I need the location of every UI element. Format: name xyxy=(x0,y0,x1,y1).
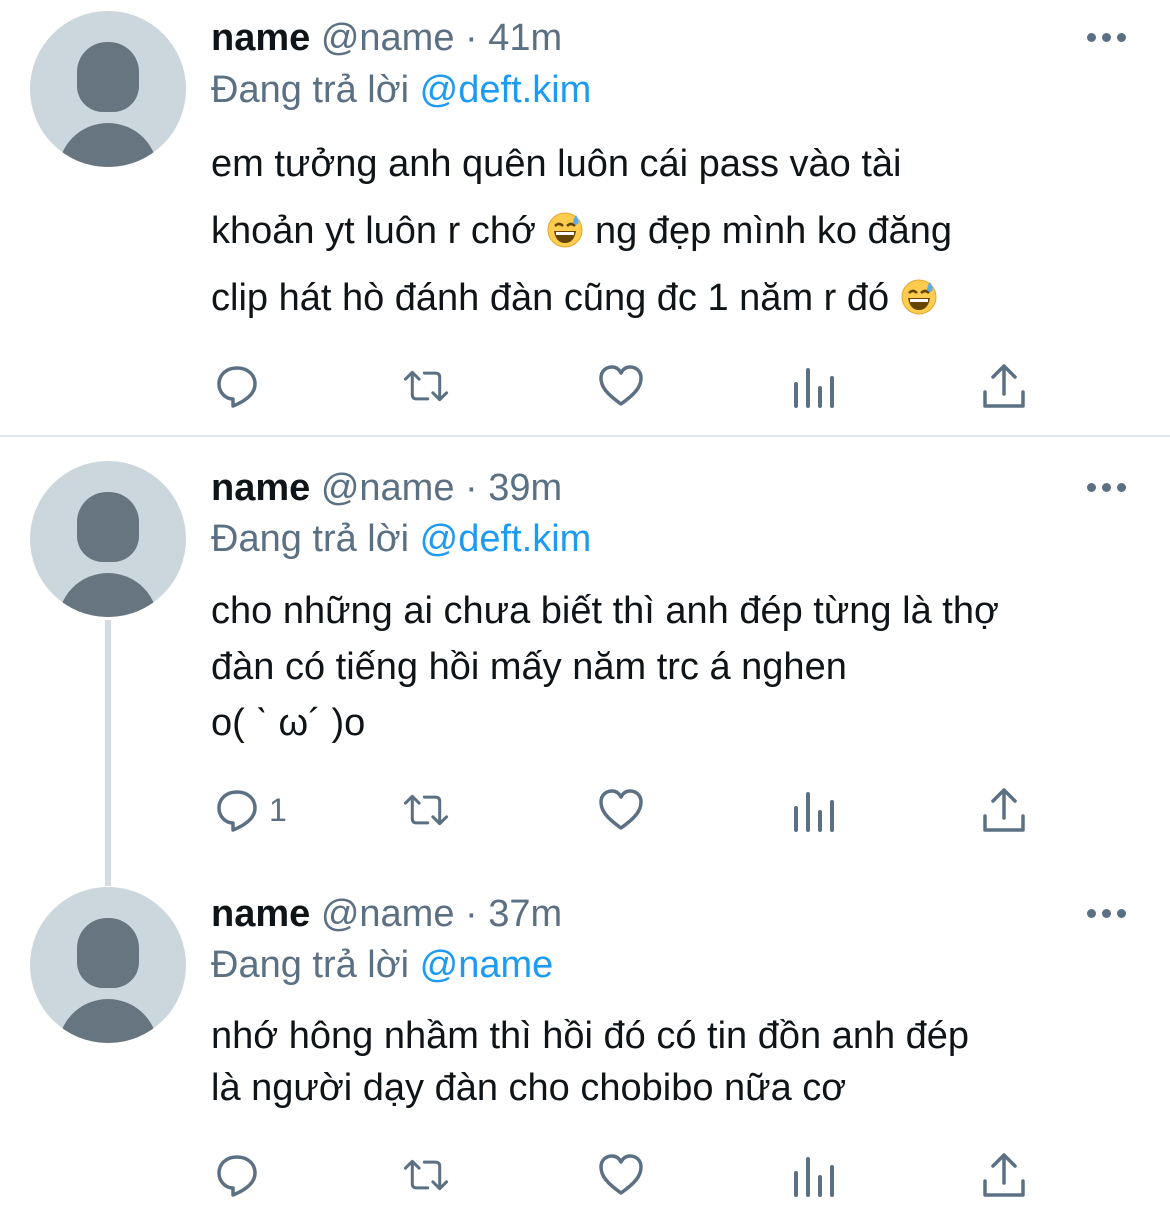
reply-handle-link[interactable]: @name xyxy=(420,944,554,986)
like-button[interactable] xyxy=(597,356,645,416)
retweet-icon xyxy=(403,1159,449,1191)
separator: · xyxy=(465,893,478,935)
thread-connector-line xyxy=(105,620,111,886)
share-button[interactable] xyxy=(980,356,1028,416)
reply-button[interactable] xyxy=(213,1145,269,1205)
like-button[interactable] xyxy=(597,780,645,840)
reply-prefix: Đang trả lời xyxy=(211,518,410,560)
text-line: là người dạy đàn cho chobibo nữa cơ xyxy=(211,1067,847,1109)
tweet-actions xyxy=(0,1145,1170,1205)
share-button[interactable] xyxy=(980,1145,1028,1205)
separator: · xyxy=(465,467,478,509)
handle[interactable]: @name xyxy=(321,893,455,935)
reply-button[interactable]: 1 xyxy=(213,780,287,840)
more-options-icon[interactable] xyxy=(1087,33,1127,43)
reply-handle-link[interactable]: @deft.kim xyxy=(420,69,592,111)
retweet-button[interactable] xyxy=(402,1145,450,1205)
retweet-button[interactable] xyxy=(402,356,450,416)
display-name[interactable]: name xyxy=(211,467,310,509)
replying-to: Đang trả lời @deft.kim xyxy=(211,65,591,115)
replying-to: Đang trả lời @deft.kim xyxy=(211,514,591,564)
reply-icon xyxy=(217,1155,257,1197)
retweet-icon xyxy=(403,794,449,826)
reply-count: 1 xyxy=(269,791,287,828)
reply-button[interactable] xyxy=(213,356,269,416)
tweet[interactable]: name @name · 39m Đang trả lời @deft.kim … xyxy=(0,440,1170,860)
like-icon xyxy=(599,789,643,830)
reply-icon xyxy=(217,366,257,408)
more-options-icon[interactable] xyxy=(1087,483,1127,493)
analytics-icon xyxy=(794,368,834,408)
divider xyxy=(0,435,1170,437)
separator: · xyxy=(465,17,478,59)
reply-prefix: Đang trả lời xyxy=(211,69,410,111)
tweet-header: name @name · 41m xyxy=(211,13,562,63)
share-icon xyxy=(983,1153,1025,1197)
share-button[interactable] xyxy=(980,780,1028,840)
text-line: em tưởng anh quên luôn cái pass vào tài xyxy=(211,143,902,185)
like-button[interactable] xyxy=(597,1145,645,1205)
tweet-text: em tưởng anh quên luôn cái pass vào tài … xyxy=(211,131,1131,332)
text-line: o( ˋ ω´ )o xyxy=(211,702,366,744)
handle[interactable]: @name xyxy=(321,17,455,59)
reply-icon xyxy=(217,790,257,832)
grinning-face-with-sweat-icon xyxy=(546,204,584,248)
display-name[interactable]: name xyxy=(211,17,310,59)
timestamp[interactable]: 37m xyxy=(488,893,562,935)
tweet-header: name @name · 37m xyxy=(211,889,562,939)
analytics-button[interactable] xyxy=(790,780,838,840)
share-icon xyxy=(983,364,1025,408)
handle[interactable]: @name xyxy=(321,467,455,509)
retweet-button[interactable] xyxy=(402,780,450,840)
more-options-icon[interactable] xyxy=(1087,909,1127,919)
text-line: đàn có tiếng hồi mấy năm trc á nghen xyxy=(211,646,847,688)
retweet-icon xyxy=(403,370,449,402)
like-icon xyxy=(599,365,643,406)
grinning-face-with-sweat-icon xyxy=(900,271,938,315)
avatar[interactable] xyxy=(30,11,186,167)
timestamp[interactable]: 39m xyxy=(488,467,562,509)
text-line: khoản yt luôn r chớ ng đẹp mình ko đăng xyxy=(211,198,1131,265)
tweet-text: cho những ai chưa biết thì anh đép từng … xyxy=(211,583,1131,751)
avatar[interactable] xyxy=(30,461,186,617)
tweet[interactable]: name @name · 37m Đang trả lời @name nhớ … xyxy=(0,870,1170,1221)
analytics-button[interactable] xyxy=(790,356,838,416)
reply-handle-link[interactable]: @deft.kim xyxy=(420,518,592,560)
tweet[interactable]: name @name · 41m Đang trả lời @deft.kim … xyxy=(0,0,1170,436)
text-line: nhớ hông nhầm thì hồi đó có tin đồn anh … xyxy=(211,1015,970,1057)
text-line: clip hát hò đánh đàn cũng đc 1 năm r đó xyxy=(211,265,1131,332)
reply-prefix: Đang trả lời xyxy=(211,944,410,986)
analytics-icon xyxy=(794,792,834,832)
tweet-actions xyxy=(0,356,1170,416)
timestamp[interactable]: 41m xyxy=(488,17,562,59)
display-name[interactable]: name xyxy=(211,893,310,935)
analytics-button[interactable] xyxy=(790,1145,838,1205)
tweet-actions: 1 xyxy=(0,780,1170,840)
share-icon xyxy=(983,788,1025,832)
tweet-header: name @name · 39m xyxy=(211,463,562,513)
tweet-text: nhớ hông nhầm thì hồi đó có tin đồn anh … xyxy=(211,1010,1131,1114)
avatar[interactable] xyxy=(30,887,186,1043)
text-line: cho những ai chưa biết thì anh đép từng … xyxy=(211,590,999,632)
replying-to: Đang trả lời @name xyxy=(211,940,553,990)
like-icon xyxy=(599,1154,643,1195)
analytics-icon xyxy=(794,1157,834,1197)
